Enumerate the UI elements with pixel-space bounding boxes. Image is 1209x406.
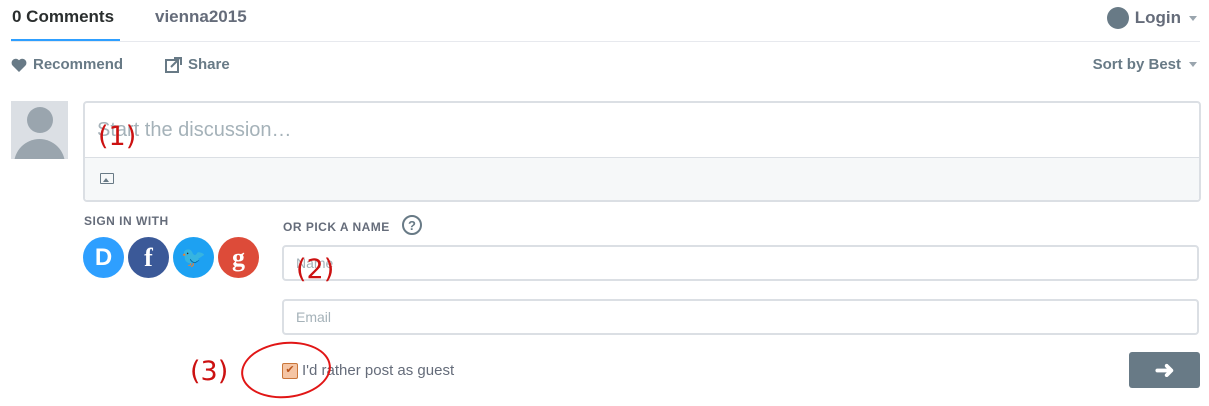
- comment-composer[interactable]: Start the discussion…: [83, 101, 1201, 202]
- help-icon[interactable]: ?: [402, 215, 422, 235]
- chevron-down-icon: [1189, 62, 1197, 67]
- annotation-1: (1): [98, 121, 137, 152]
- share-icon: [165, 56, 182, 73]
- arrow-right-icon: ➜: [1154, 356, 1175, 384]
- sort-dropdown[interactable]: Sort by Best: [1093, 56, 1197, 73]
- login-dropdown[interactable]: Login: [1106, 6, 1197, 30]
- email-placeholder: Email: [296, 309, 332, 325]
- recommend-label: Recommend: [33, 56, 124, 73]
- chat-bubble-icon: [1106, 7, 1129, 29]
- login-label: Login: [1134, 8, 1181, 27]
- avatar-body: [14, 139, 65, 159]
- highlight-ellipse: [238, 337, 334, 403]
- annotation-3: (3): [190, 356, 229, 387]
- share-button[interactable]: Share: [165, 56, 230, 73]
- email-field[interactable]: Email: [282, 299, 1199, 335]
- chevron-down-icon: [1189, 15, 1197, 21]
- tab-forum[interactable]: vienna2015: [155, 7, 247, 27]
- avatar-head: [27, 107, 53, 133]
- pick-name-label: OR PICK A NAME: [283, 220, 390, 234]
- image-upload-icon[interactable]: [100, 173, 114, 184]
- composer-toolbar: [85, 157, 1199, 200]
- google-login-button[interactable]: g: [218, 237, 259, 278]
- avatar: [11, 101, 68, 159]
- share-label: Share: [188, 56, 230, 73]
- tabs-divider: [11, 41, 1200, 42]
- annotation-2: (2): [296, 254, 335, 285]
- tab-comments[interactable]: 0 Comments: [12, 7, 114, 27]
- name-field[interactable]: Name: [282, 245, 1199, 281]
- twitter-login-button[interactable]: 🐦: [173, 237, 214, 278]
- disqus-login-button[interactable]: D: [83, 237, 124, 278]
- sort-label: Sort by Best: [1092, 56, 1181, 73]
- signin-label: SIGN IN WITH: [84, 214, 169, 228]
- recommend-button[interactable]: Recommend: [11, 56, 123, 73]
- facebook-login-button[interactable]: f: [128, 237, 169, 278]
- heart-icon: [11, 58, 27, 72]
- submit-button[interactable]: ➜: [1129, 352, 1200, 388]
